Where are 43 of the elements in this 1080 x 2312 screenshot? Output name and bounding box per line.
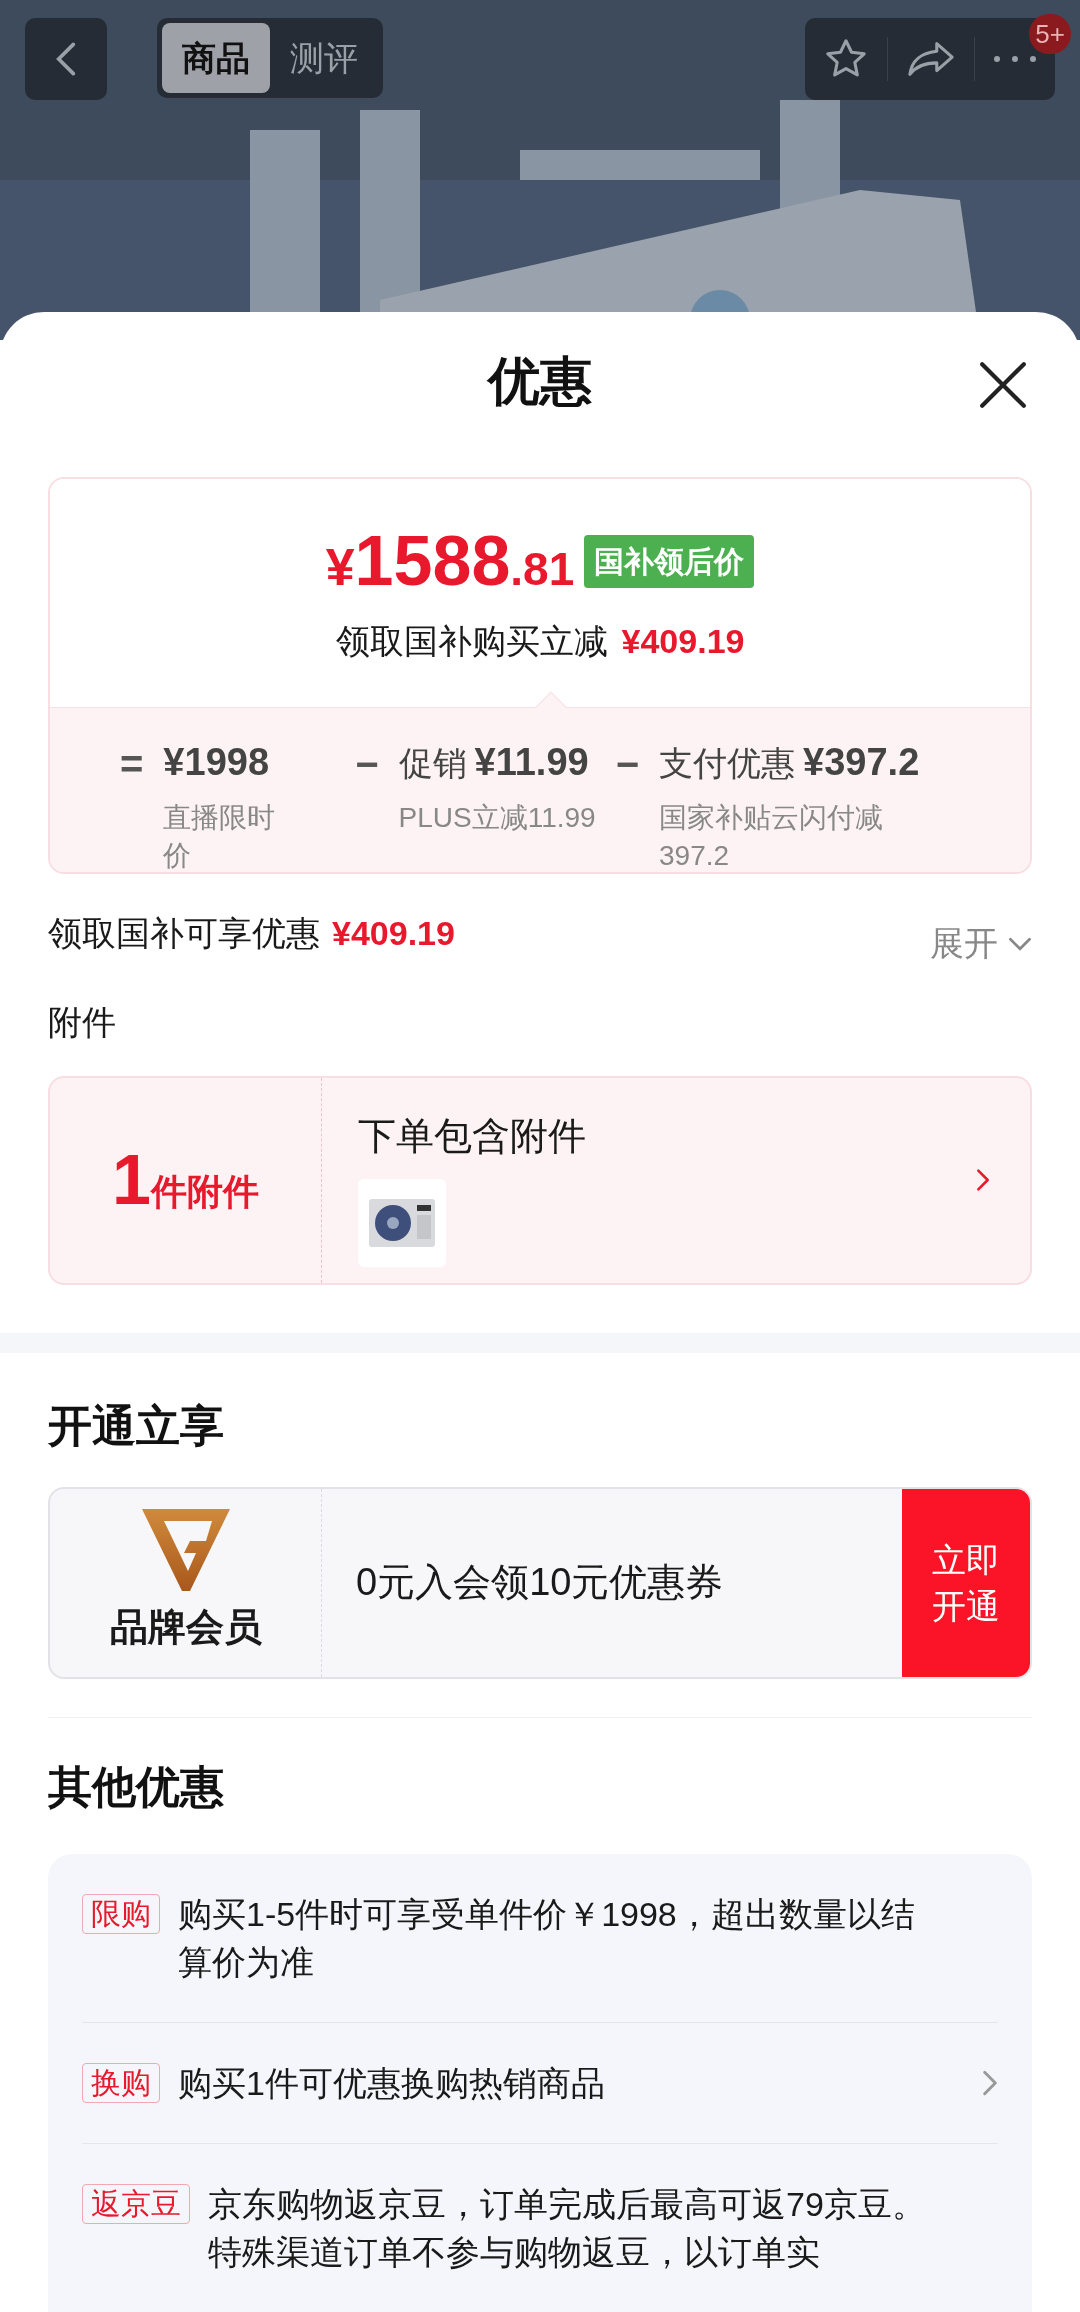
expand-button[interactable]: 展开 xyxy=(930,918,1032,970)
chevron-right-icon xyxy=(982,2069,998,2097)
operator-sign: − xyxy=(355,741,379,789)
membership-offer: 0元入会领10元优惠券 xyxy=(355,1560,725,1606)
brand-membership-label: 品牌会员 xyxy=(109,1605,262,1651)
back-button[interactable] xyxy=(25,18,107,100)
formula-amount: ¥11.99 xyxy=(474,740,589,786)
subsidy-tag: 国补领后价 xyxy=(584,535,755,589)
section-heading: 附件 xyxy=(47,1002,117,1044)
discount-amount: ¥409.19 xyxy=(621,621,745,663)
offer-tag: 限购 xyxy=(82,1894,160,1934)
brand-logo-icon xyxy=(141,1509,230,1592)
offer-tag: 换购 xyxy=(82,2063,160,2103)
offer-text: 京东购物返京豆，订单完成后最高可返79京豆。特殊渠道订单不参与购物返豆，以订单实 xyxy=(208,2184,927,2273)
offer-tag: 返京豆 xyxy=(82,2184,190,2224)
price: ¥1588.81 xyxy=(325,521,575,603)
formula-note: PLUS立减11.99 xyxy=(398,801,596,836)
summary-amount: ¥409.19 xyxy=(332,913,455,955)
offer-text: 购买1件可优惠换购热销商品 xyxy=(178,2063,606,2104)
activate-button[interactable]: 立即开通 xyxy=(902,1488,1030,1678)
attachment-card[interactable]: 1件附件 下单包含附件 xyxy=(48,1076,1032,1285)
formula-note: 国家补贴云闪付减397.2 xyxy=(659,801,885,873)
formula-amount: ¥397.2 xyxy=(803,740,920,786)
formula-amount: ¥1998 xyxy=(163,740,270,786)
attachment-description: 下单包含附件 xyxy=(358,1114,587,1160)
formula-note: 直播限时价 xyxy=(163,801,277,873)
subtitle: 领取国补购买立减 xyxy=(335,621,608,663)
attachment-count: 1件附件 xyxy=(112,1139,259,1221)
summary-label: 领取国补可享优惠 xyxy=(48,913,320,955)
tab[interactable]: 测评 xyxy=(270,23,378,93)
operator-sign: = xyxy=(120,741,144,789)
back-icon xyxy=(55,40,77,78)
section-heading: 其他优惠 xyxy=(47,1761,225,1813)
chevron-down-icon xyxy=(1008,935,1032,952)
tab[interactable]: 商品 xyxy=(162,23,270,93)
close-icon[interactable] xyxy=(978,360,1028,410)
operator-sign: − xyxy=(615,741,640,789)
section-heading: 开通立享 xyxy=(47,1399,225,1452)
chevron-right-icon xyxy=(976,1167,990,1194)
formula-label: 支付优惠 xyxy=(659,743,796,785)
offer-text: 购买1-5件时可享受单件价￥1998，超出数量以结算价为准 xyxy=(178,1894,916,1983)
formula-label: 促销 xyxy=(398,743,467,785)
sheet-title: 优惠 xyxy=(488,350,592,412)
